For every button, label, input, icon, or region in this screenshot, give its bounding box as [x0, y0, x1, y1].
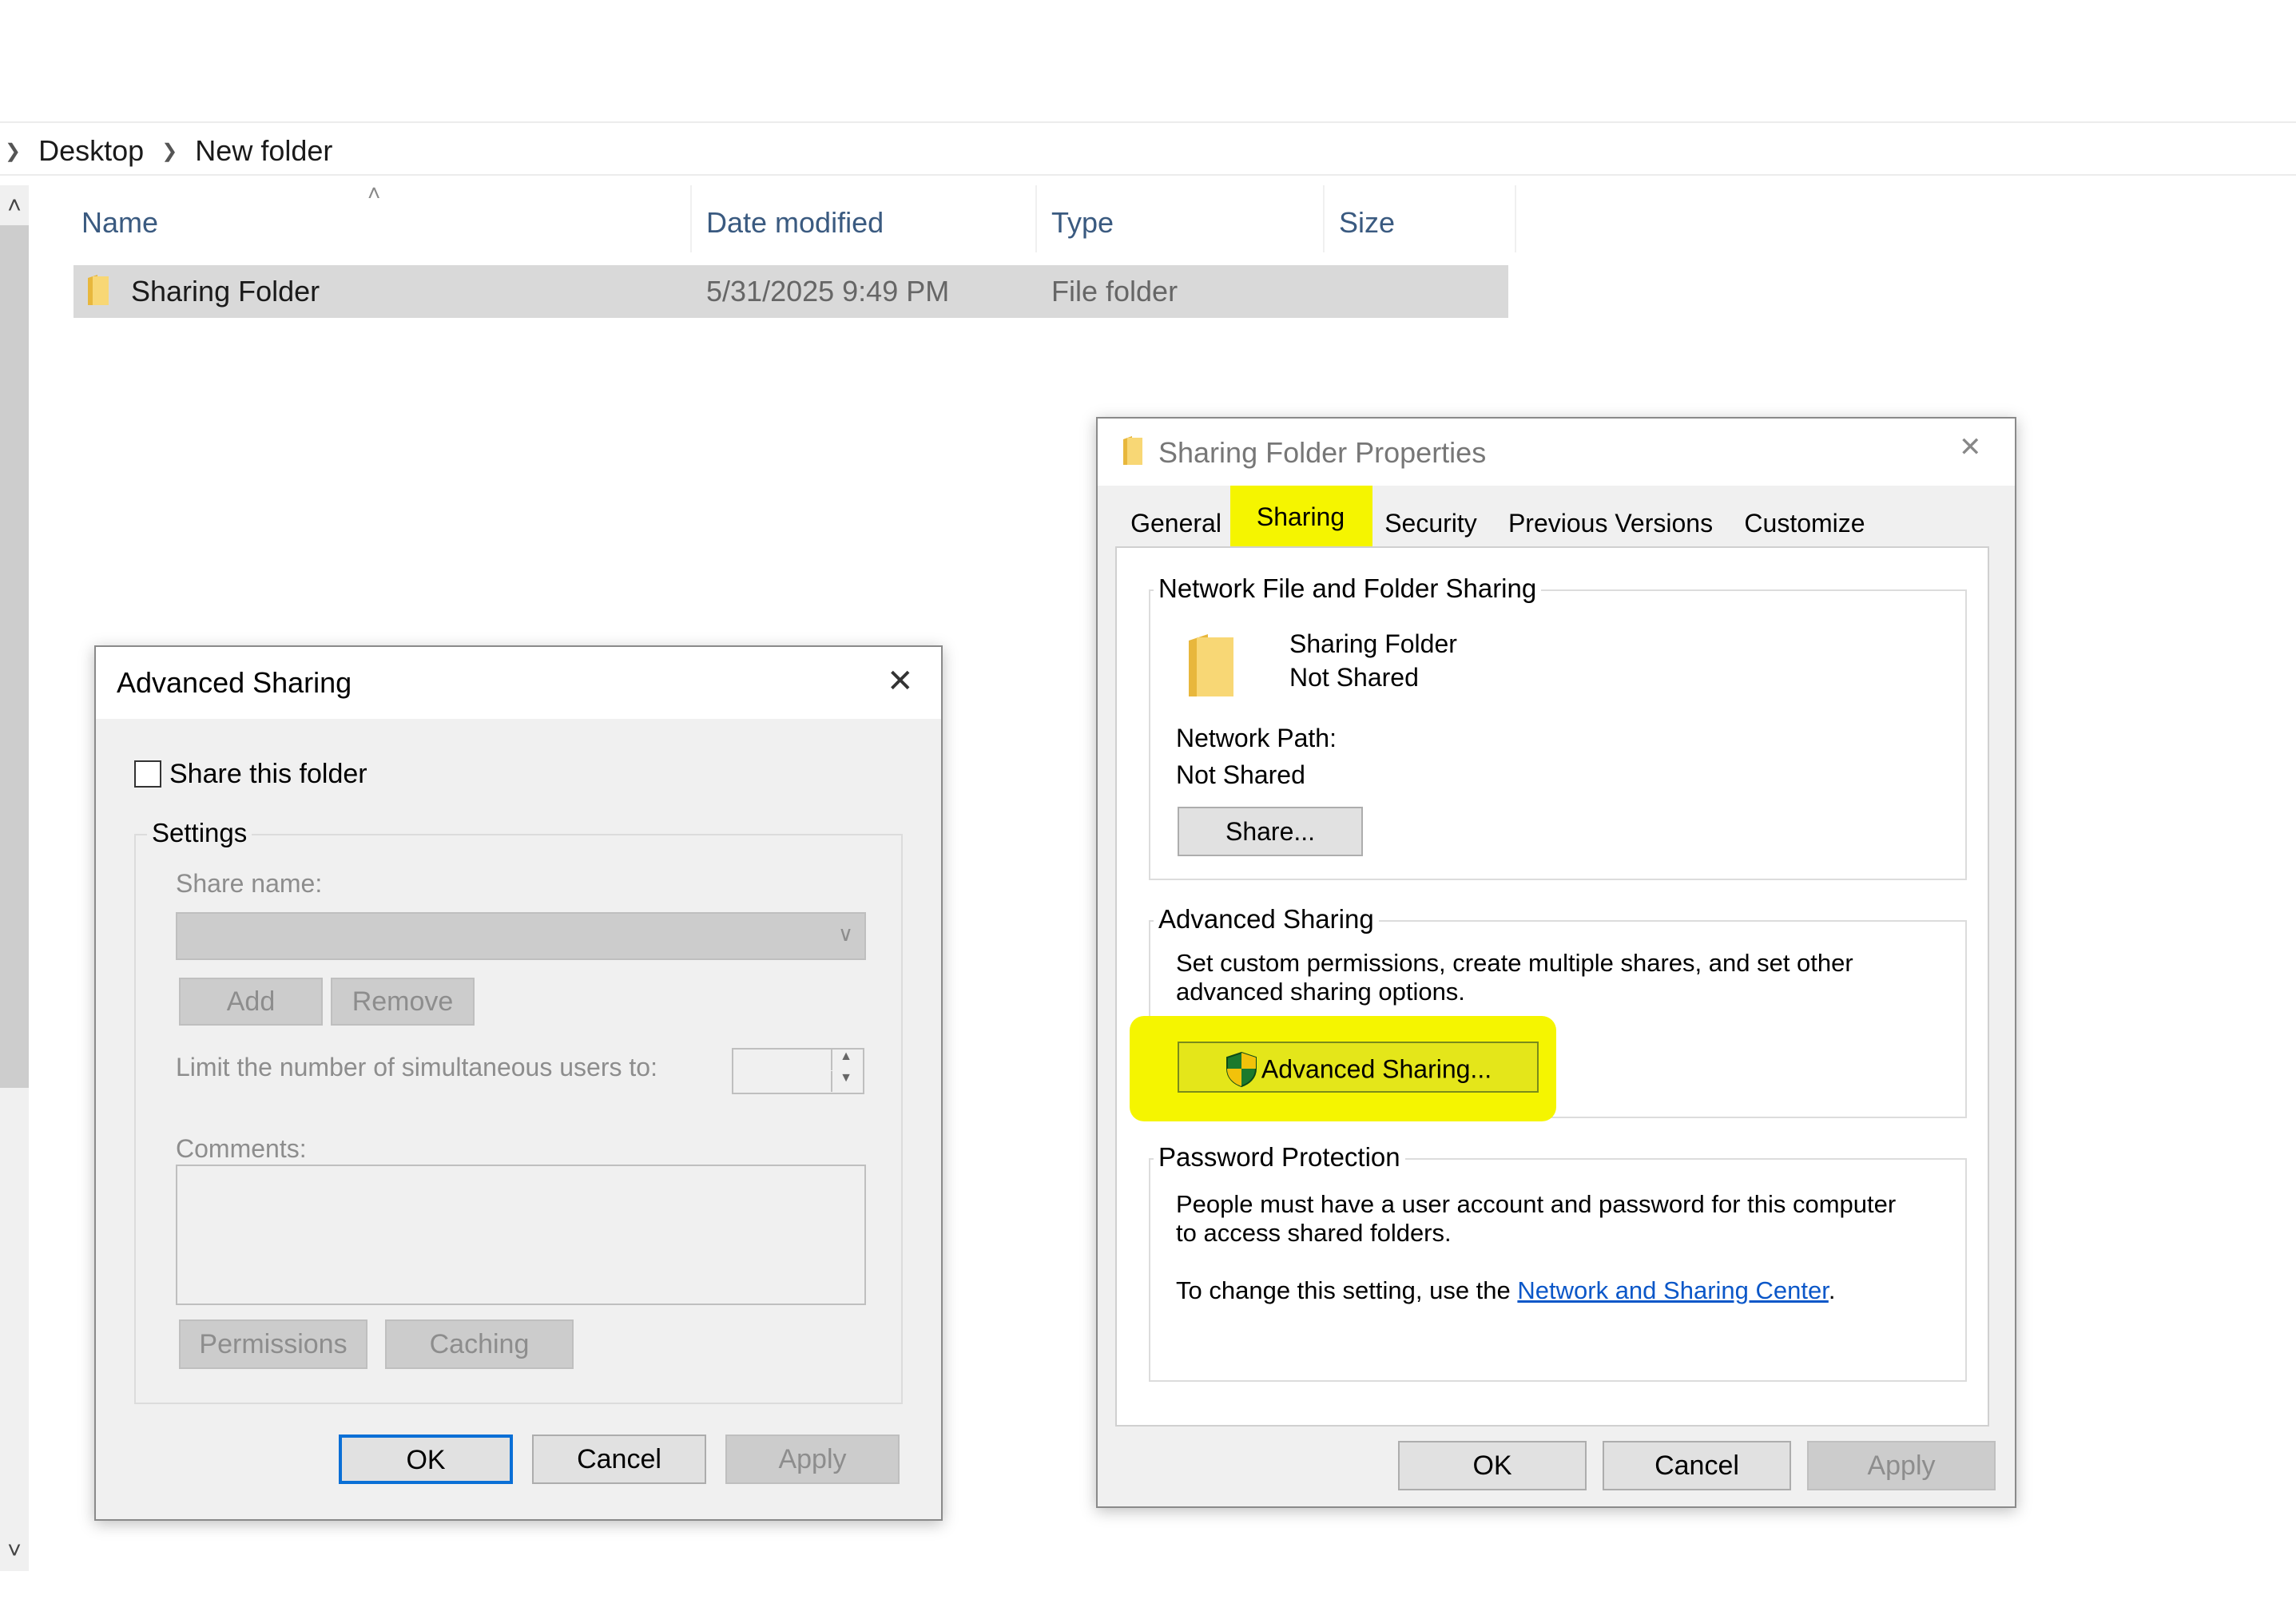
properties-dialog: Sharing Folder Properties ✕ General Shar…	[1096, 417, 2016, 1508]
column-header-size[interactable]: Size	[1339, 201, 1395, 244]
dialog-title: Advanced Sharing	[117, 666, 352, 699]
cancel-button[interactable]: Cancel	[1603, 1441, 1791, 1490]
address-bar-divider	[0, 121, 2296, 123]
remove-button[interactable]: Remove	[331, 978, 475, 1026]
change-setting-prefix: To change this setting, use the	[1176, 1276, 1518, 1304]
scrollbar-thumb[interactable]	[0, 225, 29, 1088]
apply-button[interactable]: Apply	[1807, 1441, 1996, 1490]
column-separator[interactable]	[1035, 185, 1037, 252]
advanced-sharing-dialog: Advanced Sharing ✕ Share this folder Set…	[94, 645, 943, 1521]
breadcrumb-new-folder[interactable]: New folder	[195, 134, 332, 168]
close-icon[interactable]: ✕	[1959, 431, 1982, 463]
change-setting-text: To change this setting, use the Network …	[1176, 1276, 1835, 1305]
cancel-button[interactable]: Cancel	[532, 1435, 706, 1484]
advanced-sharing-button[interactable]: Advanced Sharing...	[1178, 1042, 1539, 1093]
password-description-line2: to access shared folders.	[1176, 1219, 1452, 1247]
column-separator[interactable]	[1323, 185, 1325, 252]
chevron-right-icon[interactable]: ❯	[161, 140, 177, 163]
advanced-sharing-description-line2: advanced sharing options.	[1176, 978, 1465, 1006]
tab-previous-versions[interactable]: Previous Versions	[1492, 500, 1729, 546]
advanced-sharing-description-line1: Set custom permissions, create multiple …	[1176, 949, 1853, 977]
advanced-sharing-button-label: Advanced Sharing...	[1261, 1054, 1492, 1084]
file-name[interactable]: Sharing Folder	[131, 265, 320, 318]
network-sharing-center-link[interactable]: Network and Sharing Center	[1517, 1276, 1828, 1304]
password-description-line1: People must have a user account and pass…	[1176, 1190, 1897, 1218]
tab-security[interactable]: Security	[1369, 500, 1492, 546]
limit-users-label: Limit the number of simultaneous users t…	[176, 1053, 657, 1081]
advanced-sharing-group-label: Advanced Sharing	[1154, 904, 1379, 935]
folder-icon	[1122, 435, 1144, 466]
tab-general[interactable]: General	[1118, 500, 1233, 546]
ok-button[interactable]: OK	[339, 1435, 513, 1484]
file-type: File folder	[1051, 275, 1178, 308]
share-checkbox-label[interactable]: Share this folder	[169, 759, 367, 790]
shared-folder-name: Sharing Folder	[1289, 629, 1457, 658]
chevron-right-icon[interactable]: ❯	[5, 140, 21, 163]
dialog-title: Sharing Folder Properties	[1158, 436, 1487, 469]
apply-button[interactable]: Apply	[725, 1435, 900, 1484]
comments-label: Comments:	[176, 1134, 307, 1163]
ok-button[interactable]: OK	[1398, 1441, 1587, 1490]
folder-icon	[1186, 633, 1237, 700]
scroll-down-icon[interactable]: ˅	[0, 1534, 29, 1569]
column-header-name[interactable]: Name	[81, 201, 158, 244]
settings-group-label: Settings	[147, 818, 252, 848]
column-header-date[interactable]: Date modified	[706, 201, 884, 244]
breadcrumb-desktop[interactable]: Desktop	[38, 134, 144, 168]
file-date: 5/31/2025 9:49 PM	[706, 275, 950, 308]
chevron-down-icon[interactable]: ∨	[838, 922, 853, 946]
column-header-type[interactable]: Type	[1051, 201, 1114, 244]
add-button[interactable]: Add	[179, 978, 323, 1026]
share-button[interactable]: Share...	[1178, 807, 1363, 856]
share-name-combobox[interactable]: ∨	[176, 912, 866, 960]
change-setting-suffix: .	[1828, 1276, 1836, 1304]
scroll-up-icon[interactable]: ˄	[0, 188, 29, 224]
share-name-label: Share name:	[176, 869, 323, 898]
spin-up-icon[interactable]: ▲	[831, 1050, 860, 1070]
column-separator[interactable]	[690, 185, 692, 252]
title-bar[interactable]: Advanced Sharing ✕	[96, 647, 941, 719]
shared-folder-status: Not Shared	[1289, 663, 1419, 692]
comments-textarea[interactable]	[176, 1165, 866, 1305]
column-separator[interactable]	[1515, 185, 1516, 252]
tab-customize[interactable]: Customize	[1730, 500, 1879, 546]
caching-button[interactable]: Caching	[385, 1319, 574, 1369]
title-bar[interactable]: Sharing Folder Properties ✕	[1098, 419, 2015, 486]
permissions-button[interactable]: Permissions	[179, 1319, 367, 1369]
close-icon[interactable]: ✕	[887, 663, 914, 700]
breadcrumb-divider	[0, 174, 2296, 176]
spin-down-icon[interactable]: ▼	[831, 1071, 860, 1092]
breadcrumb: ❯ Desktop ❯ New folder	[0, 129, 332, 173]
network-path-value: Not Shared	[1176, 760, 1305, 789]
sort-up-icon: ˄	[367, 181, 381, 205]
share-checkbox[interactable]	[134, 760, 161, 788]
tab-sharing[interactable]: Sharing	[1238, 494, 1363, 540]
shield-icon	[1225, 1051, 1258, 1088]
limit-users-stepper[interactable]: ▲ ▼	[732, 1048, 864, 1094]
network-path-label: Network Path:	[1176, 724, 1337, 752]
folder-icon	[86, 273, 110, 307]
network-sharing-group-label: Network File and Folder Sharing	[1154, 573, 1542, 604]
password-protection-group-label: Password Protection	[1154, 1142, 1405, 1173]
